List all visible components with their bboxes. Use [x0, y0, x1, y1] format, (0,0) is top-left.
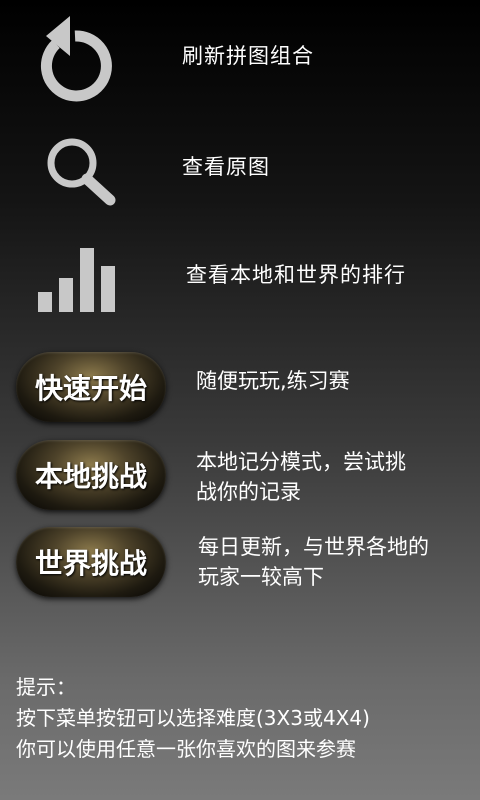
- local-challenge-description: 本地记分模式，尝试挑 战你的记录: [196, 447, 406, 507]
- tips-line2: 你可以使用任意一张你喜欢的图来参赛: [16, 737, 356, 761]
- local-challenge-button-label: 本地挑战: [34, 460, 147, 493]
- world-challenge-desc-line2: 玩家一较高下: [198, 565, 324, 589]
- tips-section: 提示： 按下菜单按钮可以选择难度(3X3或4X4) 你可以使用任意一张你喜欢的图…: [16, 672, 476, 765]
- bar-chart-icon[interactable]: [30, 240, 120, 330]
- refresh-row[interactable]: 刷新拼图组合: [0, 0, 480, 110]
- view-original-label[interactable]: 查看原图: [182, 151, 270, 181]
- world-challenge-button[interactable]: 世界挑战: [16, 527, 166, 597]
- local-challenge-desc-line1: 本地记分模式，尝试挑: [196, 450, 406, 474]
- quick-start-button[interactable]: 快速开始: [16, 352, 166, 422]
- ranking-row[interactable]: 查看本地和世界的排行: [0, 225, 480, 325]
- refresh-label[interactable]: 刷新拼图组合: [182, 40, 314, 70]
- world-challenge-description: 每日更新，与世界各地的 玩家一较高下: [198, 532, 429, 592]
- local-challenge-desc-line2: 战你的记录: [196, 480, 301, 504]
- search-icon[interactable]: [30, 127, 120, 217]
- quick-start-desc-line1: 随便玩玩,练习赛: [196, 369, 350, 393]
- tips-title: 提示：: [16, 675, 76, 699]
- quick-start-description: 随便玩玩,练习赛: [196, 366, 350, 396]
- ranking-label[interactable]: 查看本地和世界的排行: [186, 259, 406, 289]
- local-challenge-button[interactable]: 本地挑战: [16, 440, 166, 510]
- world-challenge-desc-line1: 每日更新，与世界各地的: [198, 535, 429, 559]
- quick-start-button-label: 快速开始: [34, 372, 147, 405]
- world-challenge-button-label: 世界挑战: [34, 547, 147, 580]
- view-original-row[interactable]: 查看原图: [0, 115, 480, 215]
- tips-line1: 按下菜单按钮可以选择难度(3X3或4X4): [16, 706, 370, 730]
- refresh-icon[interactable]: [30, 12, 120, 102]
